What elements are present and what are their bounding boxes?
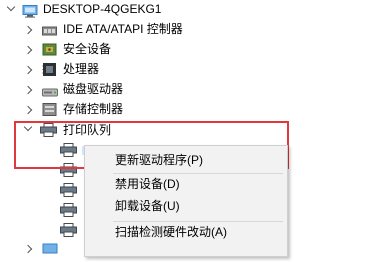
menu-item-uninstall-device[interactable]: 卸载设备(U) (85, 195, 287, 217)
tree-item-label: 安全设备 (63, 42, 112, 56)
printer-icon (60, 223, 77, 243)
print-queue-child[interactable] (60, 160, 84, 180)
disk-drive-icon (42, 84, 58, 104)
menu-item-label: 更新驱动程序(P) (115, 153, 203, 167)
chevron-right-icon[interactable] (23, 80, 35, 100)
device-icon (42, 242, 58, 262)
menu-item-label: 扫描检测硬件改动(A) (115, 225, 227, 239)
menu-item-update-driver[interactable]: 更新驱动程序(P) (85, 149, 287, 171)
chevron-right-icon[interactable] (23, 60, 35, 80)
menu-item-disable-device[interactable]: 禁用设备(D) (85, 173, 287, 195)
chevron-right-icon[interactable] (23, 239, 35, 259)
chevron-right-icon[interactable] (23, 100, 35, 120)
chevron-right-icon[interactable] (23, 20, 35, 40)
printer-icon (40, 123, 57, 143)
print-queue-child[interactable] (60, 180, 84, 200)
tree-item-label: 磁盘驱动器 (63, 82, 124, 96)
tree-item-label: 处理器 (63, 62, 100, 76)
tree-item-label: 打印队列 (63, 123, 112, 137)
chevron-down-icon[interactable] (22, 119, 34, 139)
tree-item-label: IDE ATA/ATAPI 控制器 (63, 22, 183, 36)
context-menu: 更新驱动程序(P) 禁用设备(D) 卸载设备(U) 扫描检测硬件改动(A) (84, 145, 288, 257)
security-device-icon (42, 42, 57, 63)
chevron-down-icon[interactable] (5, 0, 17, 19)
ide-controller-icon (42, 23, 58, 43)
print-queue-child[interactable] (60, 200, 84, 220)
processor-icon (42, 62, 57, 83)
menu-item-label: 卸载设备(U) (115, 199, 180, 213)
computer-name: DESKTOP-4QGEKG1 (43, 2, 162, 16)
chevron-right-icon[interactable] (23, 40, 35, 60)
menu-item-label: 禁用设备(D) (115, 177, 180, 191)
print-queue-child[interactable] (60, 220, 84, 240)
menu-item-scan-hardware-changes[interactable]: 扫描检测硬件改动(A) (85, 221, 287, 243)
storage-controller-icon (42, 102, 57, 123)
tree-item-label: 存储控制器 (63, 102, 124, 116)
